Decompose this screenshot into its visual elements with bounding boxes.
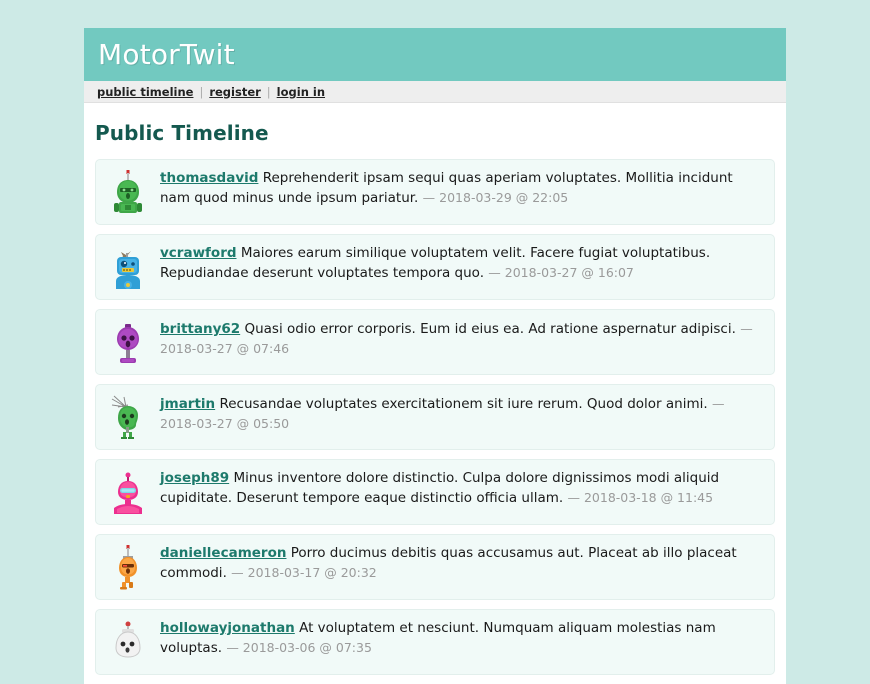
- nav-separator: |: [266, 84, 271, 99]
- list-item: brittany62 Quasi odio error corporis. Eu…: [95, 309, 775, 375]
- list-item: thomasdavid Reprehenderit ipsam sequi qu…: [95, 159, 775, 225]
- message-body: jmartin Recusandae voluptates exercitati…: [160, 393, 764, 434]
- message-date: — 2018-03-06 @ 07:35: [226, 640, 372, 655]
- orange-antenna-robot-avatar: [104, 543, 152, 591]
- message-date: — 2018-03-18 @ 11:45: [567, 490, 714, 505]
- message-body: daniellecameron Porro ducimus debitis qu…: [160, 543, 764, 583]
- green-antenna-array-robot-avatar: [104, 393, 152, 441]
- message-author-link[interactable]: vcrawford: [160, 245, 237, 261]
- body-area: Public Timeline thomasdavid Reprehenderi…: [84, 103, 786, 675]
- message-author-link[interactable]: jmartin: [160, 396, 215, 412]
- message-author-link[interactable]: brittany62: [160, 321, 240, 337]
- message-body: vcrawford Maiores earum similique volupt…: [160, 243, 764, 283]
- blue-boxhead-robot-avatar: [104, 243, 152, 291]
- message-date: — 2018-03-27 @ 16:07: [488, 265, 634, 280]
- message-author-link[interactable]: daniellecameron: [160, 545, 286, 561]
- message-date: — 2018-03-17 @ 20:32: [231, 565, 377, 580]
- nav-link-public-timeline[interactable]: public timeline: [97, 85, 193, 99]
- message-author-link[interactable]: thomasdavid: [160, 170, 258, 186]
- list-item: hollowayjonathan At voluptatem et nesciu…: [95, 609, 775, 675]
- message-body: thomasdavid Reprehenderit ipsam sequi qu…: [160, 168, 764, 208]
- nav-link-register[interactable]: register: [209, 85, 260, 99]
- page-title: Public Timeline: [95, 121, 269, 145]
- message-author-link[interactable]: hollowayjonathan: [160, 620, 295, 636]
- white-round-robot-avatar: [104, 618, 152, 666]
- message-body: hollowayjonathan At voluptatem et nesciu…: [160, 618, 764, 658]
- purple-bulb-robot-avatar: [104, 318, 152, 366]
- message-date: — 2018-03-29 @ 22:05: [422, 190, 569, 205]
- navbar: public timeline | register | login in: [84, 81, 786, 103]
- masthead: MotorTwit: [84, 28, 786, 81]
- message-text: Quasi odio error corporis. Eum id eius e…: [244, 321, 736, 337]
- page-container: MotorTwit public timeline | register | l…: [84, 28, 786, 684]
- site-title: MotorTwit: [98, 38, 235, 71]
- nav-separator: |: [199, 84, 204, 99]
- pink-visor-robot-avatar: [104, 468, 152, 516]
- green-antenna-robot-avatar: [104, 168, 152, 216]
- list-item: vcrawford Maiores earum similique volupt…: [95, 234, 775, 300]
- list-item: joseph89 Minus inventore dolore distinct…: [95, 459, 775, 525]
- list-item: jmartin Recusandae voluptates exercitati…: [95, 384, 775, 450]
- message-text: Recusandae voluptates exercitationem sit…: [219, 396, 708, 412]
- message-body: joseph89 Minus inventore dolore distinct…: [160, 468, 764, 508]
- message-list: thomasdavid Reprehenderit ipsam sequi qu…: [95, 159, 775, 675]
- message-body: brittany62 Quasi odio error corporis. Eu…: [160, 318, 764, 359]
- nav-link-login[interactable]: login in: [277, 85, 325, 99]
- message-author-link[interactable]: joseph89: [160, 470, 229, 486]
- list-item: daniellecameron Porro ducimus debitis qu…: [95, 534, 775, 600]
